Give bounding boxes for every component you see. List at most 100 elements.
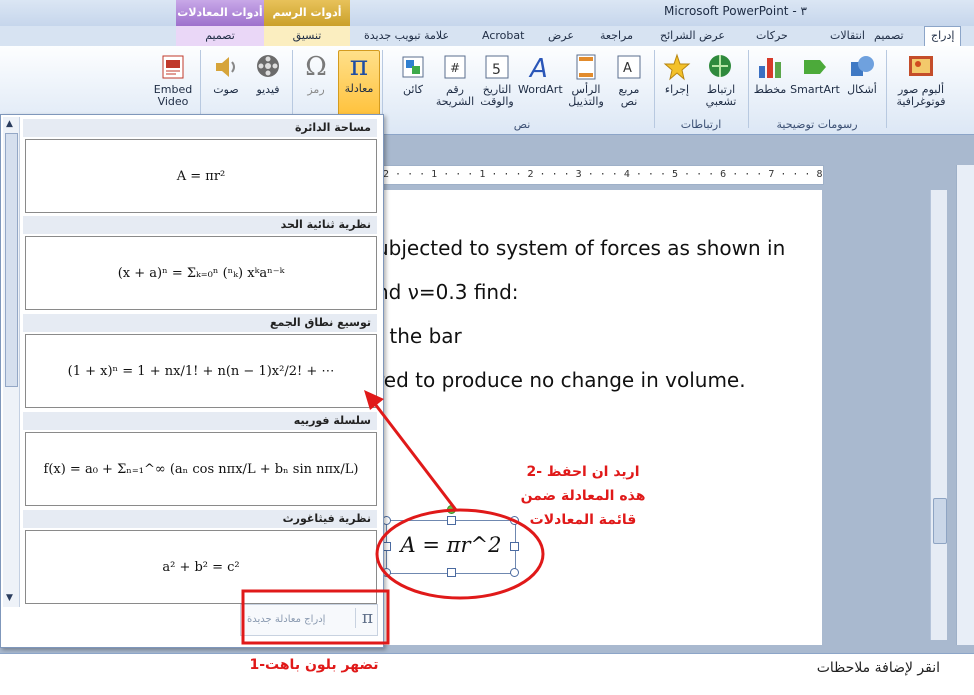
- annotation-note-2-line-3: قائمة المعادلات: [529, 512, 637, 528]
- resize-handle[interactable]: [510, 568, 519, 577]
- omega-icon: Ω: [305, 52, 327, 82]
- gallery-item-binomial[interactable]: (x + a)ⁿ = Σₖ₌₀ⁿ (ⁿₖ) xᵏaⁿ⁻ᵏ: [25, 236, 377, 310]
- insert-new-equation[interactable]: إدراج معادلة جديدة π: [240, 604, 378, 636]
- action-label: إجراء: [664, 83, 690, 96]
- gallery-item-title: توسيع نطاق الجمع: [23, 314, 377, 332]
- rotate-handle[interactable]: [447, 505, 456, 514]
- symbol-label: رمز: [307, 83, 325, 96]
- slide-text-line[interactable]: nd ν=0.3 find:: [376, 280, 519, 304]
- shapes-label: أشكال: [847, 83, 877, 96]
- hyperlink-label: ارتباط تشعبي: [705, 83, 737, 108]
- resize-handle[interactable]: [447, 568, 456, 577]
- video-button[interactable]: فيديو: [248, 52, 288, 96]
- smartart-icon: [804, 60, 826, 74]
- film-reel-icon: [257, 55, 279, 77]
- ribbon-tabs: إدراج تصميم انتقالات حركات عرض الشرائح م…: [0, 26, 974, 47]
- slide-text-line[interactable]: ubjected to system of forces as shown in: [376, 236, 785, 260]
- annotation-note-2-line-1: 2- اريد ان احفظ: [526, 464, 640, 480]
- shapes-button[interactable]: أشكال: [842, 52, 882, 96]
- wordart-icon: A: [528, 54, 548, 82]
- header-footer-label: الرأس والتذييل: [568, 83, 604, 108]
- slide-number-button[interactable]: # رقم الشريحة: [434, 52, 476, 108]
- gallery-item-title: نظرية فيثاغورث: [23, 510, 377, 528]
- annotation-note-2-line-2: هذه المعادلة ضمن: [520, 488, 646, 504]
- group-text: نص: [513, 118, 531, 131]
- object-button[interactable]: كائن: [394, 52, 432, 96]
- window-title: Microsoft PowerPoint - ٣: [664, 4, 807, 18]
- embed-video-icon: [162, 55, 184, 79]
- gallery-formula: (1 + x)ⁿ = 1 + nx/1! + n(n − 1)x²/2! + ⋯: [67, 363, 335, 379]
- horizontal-ruler: 2 · · · 1 · · · 1 · · · 2 · · · 3 · · · …: [382, 165, 824, 185]
- gallery-scroll-thumb[interactable]: [5, 133, 18, 387]
- pi-icon: π: [349, 49, 369, 82]
- textbox-icon: A: [617, 55, 641, 79]
- slide-number-label: رقم الشريحة: [435, 83, 475, 108]
- svg-text:#: #: [450, 61, 460, 75]
- equation-button[interactable]: π معادلة: [338, 50, 380, 118]
- smartart-button[interactable]: SmartArt: [790, 52, 840, 96]
- gallery-item-fourier[interactable]: f(x) = a₀ + Σₙ₌₁^∞ (aₙ cos nπx/L + bₙ si…: [25, 432, 377, 506]
- gallery-item-title: سلسلة فورييه: [23, 412, 377, 430]
- embed-video-button[interactable]: Embed Video: [152, 52, 194, 108]
- notes-pane[interactable]: انقر لإضافة ملاحظات: [0, 653, 974, 695]
- group-separator: [748, 50, 749, 128]
- tab-review[interactable]: مراجعة: [600, 29, 633, 42]
- album-label: ألبوم صور فوتوغرافية: [896, 83, 946, 108]
- action-button[interactable]: إجراء: [658, 52, 696, 96]
- tab-slideshow[interactable]: عرض الشرائح: [660, 29, 725, 42]
- gallery-item-circle-area[interactable]: A = πr²: [25, 139, 377, 213]
- tab-transitions[interactable]: انتقالات: [830, 29, 865, 42]
- vertical-scrollbar[interactable]: [930, 190, 947, 640]
- title-bar: أدوات المعادلات أدوات الرسم Microsoft Po…: [0, 0, 974, 26]
- scrollbar-thumb[interactable]: [933, 498, 947, 544]
- scroll-down-icon[interactable]: ▼: [6, 593, 13, 603]
- gallery-formula: A = πr²: [176, 168, 226, 184]
- object-label: كائن: [402, 83, 424, 96]
- tab-format[interactable]: تنسيق: [264, 26, 350, 46]
- gallery-scrollbar[interactable]: ▲ ▼: [3, 117, 20, 607]
- slide-number-icon: #: [444, 55, 466, 79]
- group-separator: [654, 50, 655, 128]
- equation-box[interactable]: A = πr^2: [386, 520, 516, 574]
- tab-animations[interactable]: حركات: [756, 29, 788, 42]
- tab-acrobat[interactable]: Acrobat: [482, 29, 524, 42]
- symbol-button[interactable]: Ω رمز: [296, 52, 336, 96]
- gallery-item-pythagoras[interactable]: a² + b² = c²: [25, 530, 377, 604]
- scroll-up-icon[interactable]: ▲: [6, 119, 13, 129]
- header-footer-button[interactable]: الرأس والتذييل: [564, 52, 608, 108]
- annotation-note-1: 1-تضهر بلون باهت: [249, 657, 379, 673]
- chart-label: مخطط: [753, 83, 787, 96]
- shapes-icon: [851, 56, 874, 76]
- calendar-icon: 5: [485, 55, 509, 79]
- group-illustrations: رسومات توضيحية: [776, 118, 858, 131]
- smartart-label: SmartArt: [790, 83, 840, 96]
- equation-text[interactable]: A = πr^2: [387, 533, 515, 557]
- chart-icon: [759, 58, 781, 78]
- speaker-icon: [216, 57, 235, 77]
- pi-icon: π: [354, 608, 373, 628]
- tab-design[interactable]: تصميم: [874, 29, 904, 42]
- wordart-button[interactable]: A WordArt: [518, 52, 563, 96]
- resize-handle[interactable]: [447, 516, 456, 525]
- equation-gallery: ▲ ▼ مساحة الدائرة A = πr² نظرية ثنائية ا…: [0, 114, 384, 648]
- tab-insert[interactable]: إدراج: [924, 26, 962, 46]
- tab-view[interactable]: عرض: [548, 29, 574, 42]
- insert-new-equation-label: إدراج معادلة جديدة: [247, 614, 326, 625]
- tab-new[interactable]: علامة تبويب جديدة: [364, 29, 449, 42]
- right-panel-strip: [956, 165, 974, 645]
- date-time-button[interactable]: 5 التاريخ والوقت: [478, 52, 516, 108]
- slide-text-line[interactable]: red to produce no change in volume.: [376, 368, 746, 392]
- header-footer-icon: [576, 54, 596, 80]
- notes-placeholder[interactable]: انقر لإضافة ملاحظات: [817, 660, 940, 676]
- chart-button[interactable]: مخطط: [752, 52, 788, 96]
- wordart-label: WordArt: [518, 83, 563, 96]
- audio-button[interactable]: صوت: [206, 52, 246, 96]
- gallery-item-sum-expansion[interactable]: (1 + x)ⁿ = 1 + nx/1! + n(n − 1)x²/2! + ⋯: [25, 334, 377, 408]
- tab-equation-design[interactable]: تصميم: [176, 26, 264, 46]
- equation-tools-label: أدوات المعادلات: [177, 6, 263, 19]
- album-button[interactable]: ألبوم صور فوتوغرافية: [892, 52, 950, 108]
- textbox-button[interactable]: A مربع نص: [610, 52, 648, 108]
- hyperlink-button[interactable]: ارتباط تشعبي: [698, 52, 744, 108]
- resize-handle[interactable]: [510, 542, 519, 551]
- slide-text-line[interactable]: f the bar: [376, 324, 462, 348]
